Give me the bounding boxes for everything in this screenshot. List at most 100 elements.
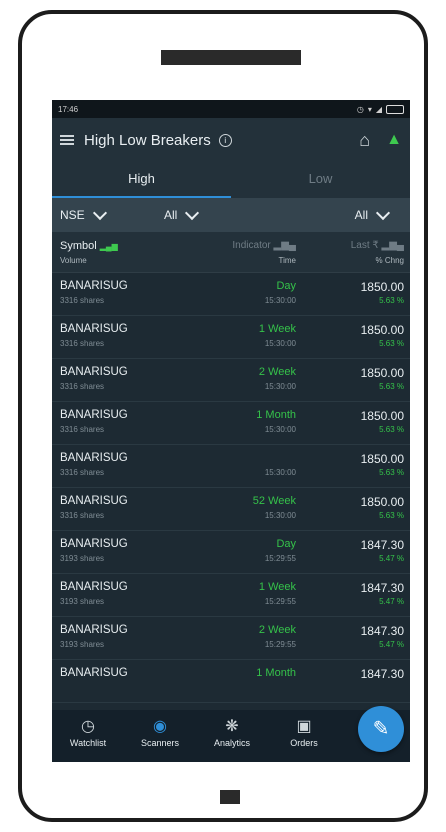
row-indicator: 1 Week	[258, 581, 296, 593]
tab-bar: High Low	[52, 162, 410, 198]
nav-analytics[interactable]: ❋ Analytics	[196, 710, 268, 748]
nav-watchlist[interactable]: ◷ Watchlist	[52, 710, 124, 748]
table-row[interactable]: BANARISUG 3193 shares Day 15:29:55 1847.…	[52, 531, 410, 574]
row-indicator: 1 Week	[258, 323, 296, 335]
wifi-icon: ▾	[367, 104, 372, 114]
tab-low[interactable]: Low	[231, 162, 410, 198]
last-price-header[interactable]: Last ₹ ▂▆▄	[351, 240, 404, 251]
row-symbol: BANARISUG	[60, 452, 128, 464]
edit-icon: ✎	[372, 718, 390, 740]
time-header: Time	[278, 256, 296, 265]
row-change: 5.47 %	[379, 640, 404, 649]
indicator-header[interactable]: Indicator ▂▆▄	[232, 240, 296, 251]
sort-icon: ▂▆▄	[273, 240, 296, 251]
watchlist-icon: ◷	[81, 718, 95, 735]
menu-icon[interactable]	[60, 135, 74, 145]
row-symbol: BANARISUG	[60, 538, 128, 550]
row-symbol: BANARISUG	[60, 667, 128, 679]
row-volume: 3316 shares	[60, 468, 105, 477]
table-row[interactable]: BANARISUG 3193 shares 2 Week 15:29:55 18…	[52, 617, 410, 660]
row-symbol: BANARISUG	[60, 409, 128, 421]
row-change: 5.47 %	[379, 597, 404, 606]
row-price: 1847.30	[360, 538, 404, 552]
edit-fab[interactable]: ✎	[358, 706, 404, 752]
home-icon[interactable]: ⌂	[359, 130, 370, 151]
table-row[interactable]: BANARISUG 3316 shares 52 Week 15:30:00 1…	[52, 488, 410, 531]
nav-orders[interactable]: ▣ Orders	[268, 710, 340, 748]
row-price: 1847.30	[360, 667, 404, 681]
page-title: High Low Breakers i	[84, 132, 359, 149]
symbol-header[interactable]: Symbol ▂▄▆	[60, 240, 118, 252]
row-volume: 3316 shares	[60, 382, 105, 391]
filter-dropdown-3[interactable]: All	[258, 205, 398, 222]
scanners-icon: ◉	[153, 718, 167, 735]
sort-icon: ▂▄▆	[99, 242, 118, 251]
row-time: 15:29:55	[264, 554, 296, 563]
row-symbol: BANARISUG	[60, 581, 128, 593]
info-icon[interactable]: i	[218, 134, 232, 148]
nav-scanners[interactable]: ◉ Scanners	[124, 710, 196, 748]
row-change: 5.63 %	[379, 296, 404, 305]
status-icons: ◷ ▾ ◢	[356, 104, 404, 114]
row-volume: 3316 shares	[60, 511, 105, 520]
row-volume: 3193 shares	[60, 554, 105, 563]
row-price: 1847.30	[360, 624, 404, 638]
row-symbol: BANARISUG	[60, 624, 128, 636]
row-indicator: Day	[276, 280, 296, 292]
row-change: 5.63 %	[379, 468, 404, 477]
row-time: 15:30:00	[264, 339, 296, 348]
sort-icon: ▂▆▄	[381, 240, 404, 251]
table-row[interactable]: BANARISUG 3316 shares 1 Month 15:30:00 1…	[52, 402, 410, 445]
table-row[interactable]: BANARISUG 3316 shares Day 15:30:00 1850.…	[52, 273, 410, 316]
bottom-nav: ◷ Watchlist ◉ Scanners ❋ Analytics ▣ Ord…	[52, 710, 410, 762]
row-symbol: BANARISUG	[60, 323, 128, 335]
phone-speaker	[161, 50, 301, 65]
alarm-icon: ◷	[356, 104, 364, 114]
row-price: 1847.30	[360, 581, 404, 595]
row-symbol: BANARISUG	[60, 495, 128, 507]
row-symbol: BANARISUG	[60, 280, 128, 292]
table-header: Symbol ▂▄▆ Volume Indicator ▂▆▄ Time Las…	[52, 232, 410, 273]
battery-icon	[386, 104, 404, 114]
row-symbol: BANARISUG	[60, 366, 128, 378]
row-time: 15:30:00	[264, 511, 296, 520]
table-row[interactable]: BANARISUG 3316 shares 15:30:00 1850.00 5…	[52, 445, 410, 488]
exchange-dropdown[interactable]: NSE	[52, 205, 162, 222]
status-bar: 17:46 ◷ ▾ ◢	[52, 100, 410, 118]
phone-home-button[interactable]	[220, 790, 240, 804]
row-volume: 3193 shares	[60, 640, 105, 649]
row-price: 1850.00	[360, 495, 404, 509]
row-indicator: 1 Month	[256, 667, 296, 679]
table-row[interactable]: BANARISUG 3193 shares 1 Week 15:29:55 18…	[52, 574, 410, 617]
volume-header: Volume	[60, 256, 87, 265]
filter-bar: NSE All All	[52, 198, 410, 232]
row-price: 1850.00	[360, 409, 404, 423]
app-bar: High Low Breakers i ⌂ ▲	[52, 118, 410, 162]
orders-icon: ▣	[296, 718, 312, 735]
row-indicator: 52 Week	[252, 495, 296, 507]
row-volume: 3193 shares	[60, 597, 105, 606]
row-indicator: 2 Week	[258, 624, 296, 636]
row-change: 5.63 %	[379, 339, 404, 348]
row-price: 1850.00	[360, 366, 404, 380]
row-change: 5.63 %	[379, 382, 404, 391]
analytics-icon: ❋	[225, 718, 239, 735]
row-time: 15:30:00	[264, 468, 296, 477]
row-volume: 3316 shares	[60, 425, 105, 434]
row-price: 1850.00	[360, 452, 404, 466]
chevron-down-icon	[185, 205, 200, 221]
row-change: 5.63 %	[379, 511, 404, 520]
row-volume: 3316 shares	[60, 339, 105, 348]
table-row[interactable]: BANARISUG 1 Month 1847.30	[52, 660, 410, 703]
change-header: % Chng	[375, 256, 404, 265]
row-time: 15:30:00	[264, 296, 296, 305]
app-screen: 17:46 ◷ ▾ ◢ High Low Breakers i ⌂ ▲ High …	[52, 100, 410, 762]
filter-dropdown-2[interactable]: All	[162, 205, 258, 222]
row-time: 15:29:55	[264, 597, 296, 606]
tree-icon[interactable]: ▲	[386, 131, 402, 149]
tab-high[interactable]: High	[52, 162, 231, 198]
table-row[interactable]: BANARISUG 3316 shares 2 Week 15:30:00 18…	[52, 359, 410, 402]
row-time: 15:30:00	[264, 382, 296, 391]
status-time: 17:46	[58, 104, 79, 114]
table-row[interactable]: BANARISUG 3316 shares 1 Week 15:30:00 18…	[52, 316, 410, 359]
